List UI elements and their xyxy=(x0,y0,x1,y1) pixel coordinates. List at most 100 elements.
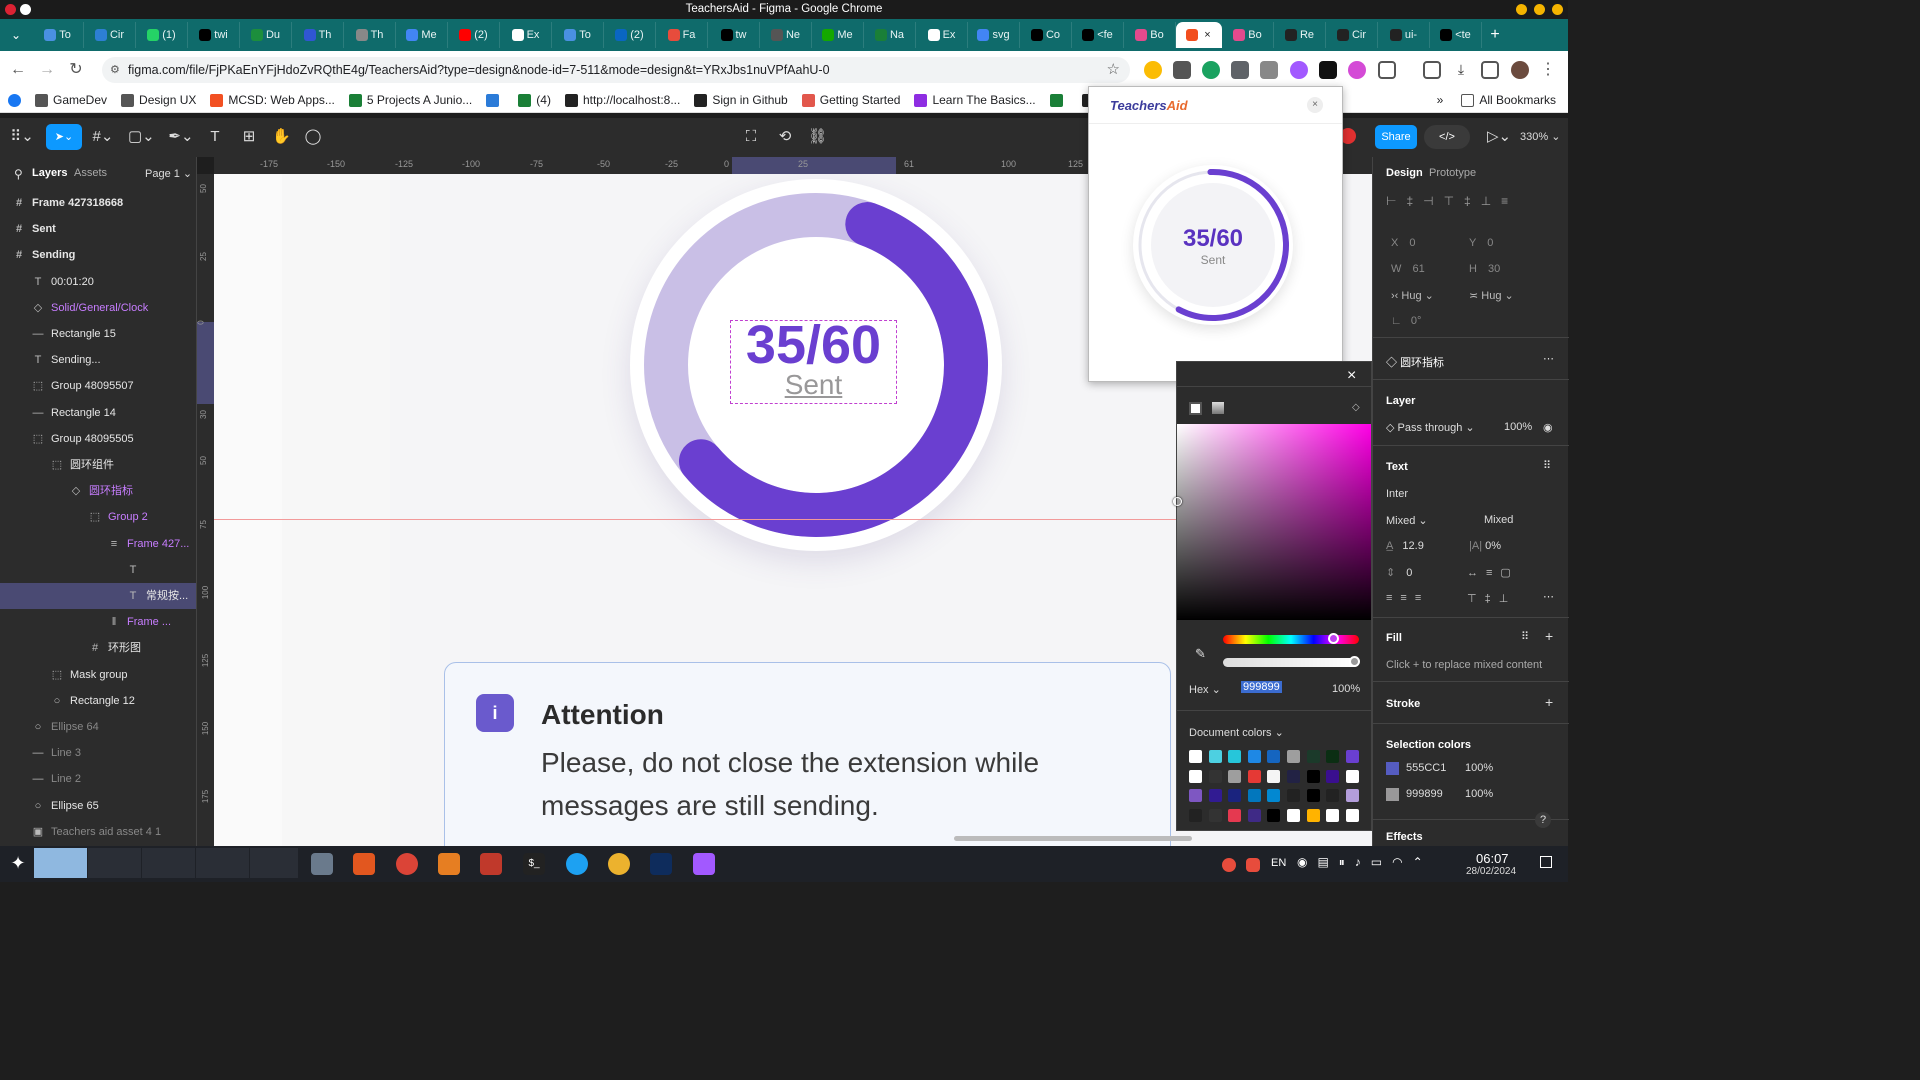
forward-icon[interactable]: → xyxy=(37,60,57,80)
chrome-taskbar-icon[interactable] xyxy=(396,853,418,875)
layer-row[interactable]: — Line 3 xyxy=(0,740,196,766)
link-icon[interactable]: ⛓ xyxy=(808,128,827,146)
align-toolbar[interactable]: ⊢‡⊣⊤‡⊥≡ xyxy=(1386,194,1518,208)
color-swatch[interactable] xyxy=(1386,788,1399,801)
layer-row[interactable]: T 00:01:20 xyxy=(0,269,196,295)
opacity-slider[interactable] xyxy=(1223,658,1359,667)
browser-tab[interactable]: Cir xyxy=(84,22,136,48)
browser-tab[interactable]: Co xyxy=(1020,22,1072,48)
saturation-area[interactable] xyxy=(1177,424,1371,620)
close-window-button[interactable] xyxy=(1552,4,1563,15)
bookmark-item[interactable]: (4) xyxy=(518,93,551,107)
browser-tab[interactable]: Du xyxy=(240,22,292,48)
tab-close-icon[interactable]: × xyxy=(1204,29,1210,41)
eye-icon[interactable]: ◉ xyxy=(1543,421,1553,434)
horizontal-scrollbar[interactable] xyxy=(954,836,1192,841)
font-family-field[interactable]: Inter xyxy=(1386,488,1408,500)
document-color-swatch[interactable] xyxy=(1208,808,1222,822)
browser-tab[interactable]: To xyxy=(32,22,84,48)
text-more-icon[interactable]: ⋯ xyxy=(1543,590,1554,603)
layer-row[interactable]: ⬚ Group 48095507 xyxy=(0,373,196,399)
browser-tab[interactable]: <te xyxy=(1430,22,1482,48)
color-opacity[interactable]: 100% xyxy=(1465,788,1493,800)
style-icon[interactable]: ◇ xyxy=(1352,402,1360,413)
color-opacity[interactable]: 100% xyxy=(1465,762,1493,774)
start-menu-icon[interactable]: ✦ xyxy=(7,853,29,875)
pen-tool-icon[interactable]: ✒⌄ xyxy=(168,128,194,146)
document-color-swatch[interactable] xyxy=(1287,769,1300,783)
browser-tab[interactable]: Bo xyxy=(1124,22,1176,48)
document-color-swatch[interactable] xyxy=(1189,750,1202,763)
browser-tab[interactable]: svg xyxy=(968,22,1020,48)
document-color-swatch[interactable] xyxy=(1228,789,1242,803)
browser-tab[interactable]: (2) xyxy=(448,22,500,48)
document-color-swatch[interactable] xyxy=(1267,789,1281,803)
dev-mode-toggle[interactable]: </> xyxy=(1424,125,1470,149)
component-name[interactable]: ◇ 圆环指标 xyxy=(1386,354,1444,370)
webstorm-icon[interactable] xyxy=(650,853,672,875)
tab-assets[interactable]: Assets xyxy=(74,167,107,179)
blend-mode-dropdown[interactable]: ◇ Pass through ⌄ xyxy=(1386,421,1475,434)
layer-row[interactable]: — Rectangle 15 xyxy=(0,321,196,347)
back-icon[interactable]: ← xyxy=(8,60,28,80)
document-color-swatch[interactable] xyxy=(1345,769,1359,783)
tab-design[interactable]: Design xyxy=(1386,167,1423,179)
document-color-swatch[interactable] xyxy=(1208,769,1222,783)
bookmark-item[interactable]: GameDev xyxy=(35,93,107,107)
color-mode-dropdown[interactable]: Hex ⌄ xyxy=(1189,683,1221,696)
workspace-3[interactable] xyxy=(142,848,195,878)
extension-icon-6[interactable] xyxy=(1290,61,1308,79)
browser-tab[interactable]: To xyxy=(552,22,604,48)
extension-icon-3[interactable] xyxy=(1202,61,1220,79)
browser-tab[interactable]: Bo xyxy=(1222,22,1274,48)
url-input[interactable]: ⚙ figma.com/file/FjPKaEnYFjHdoZvRQthE4g/… xyxy=(102,57,1130,83)
browser-tab[interactable]: (2) xyxy=(604,22,656,48)
layer-row[interactable]: ▣ Teachers aid asset 4 1 xyxy=(0,819,196,845)
y-field[interactable]: 0 xyxy=(1487,237,1493,249)
teachersaid-extension-icon[interactable] xyxy=(1319,61,1337,79)
browser-tab[interactable]: Ex xyxy=(500,22,552,48)
browser-tab[interactable]: Na xyxy=(864,22,916,48)
browser-tab[interactable]: Ex xyxy=(916,22,968,48)
figma-main-menu-icon[interactable]: ⠿⌄ xyxy=(8,128,36,146)
document-color-swatch[interactable] xyxy=(1306,789,1320,803)
component-icon[interactable]: ⟲ xyxy=(776,128,794,146)
extension-icon-2[interactable] xyxy=(1173,61,1191,79)
paragraph-spacing-field[interactable]: ⇕ 0 xyxy=(1386,566,1412,579)
document-color-swatch[interactable] xyxy=(1306,750,1320,763)
bookmark-item[interactable] xyxy=(1049,93,1068,107)
layer-row[interactable]: ◇ 圆环指标 xyxy=(0,478,196,504)
share-button[interactable]: Share xyxy=(1375,125,1417,149)
shape-tool-icon[interactable]: ▢⌄ xyxy=(128,128,155,146)
solid-fill-tab[interactable] xyxy=(1189,402,1202,415)
font-size-field[interactable]: Mixed xyxy=(1484,514,1513,526)
hand-tool-icon[interactable]: ✋ xyxy=(272,128,291,146)
document-color-swatch[interactable] xyxy=(1345,750,1359,763)
document-color-swatch[interactable] xyxy=(1287,750,1300,763)
document-color-swatch[interactable] xyxy=(1345,808,1359,822)
store-icon[interactable] xyxy=(353,853,375,875)
layer-row[interactable]: ○ Ellipse 64 xyxy=(0,714,196,740)
slack-icon[interactable] xyxy=(608,853,630,875)
document-color-swatch[interactable] xyxy=(1287,808,1300,822)
document-color-swatch[interactable] xyxy=(1247,808,1261,822)
layer-row[interactable]: # Sent xyxy=(0,216,196,242)
resources-icon[interactable]: ⊞ xyxy=(240,128,258,146)
layer-row[interactable]: ◇ Solid/General/Clock xyxy=(0,295,196,321)
vertical-align-icons[interactable]: ⊤‡⊥ xyxy=(1467,592,1516,605)
layer-row[interactable]: — Rectangle 14 xyxy=(0,400,196,426)
color-opacity-input[interactable]: 100% xyxy=(1332,683,1360,695)
layer-row[interactable]: # Frame 427318668 xyxy=(0,190,196,216)
present-icon[interactable]: ▷⌄ xyxy=(1486,128,1512,146)
color-hex[interactable]: 999899 xyxy=(1406,788,1443,800)
side-panel-icon[interactable] xyxy=(1481,61,1499,79)
bookmark-item[interactable]: 5 Projects A Junio... xyxy=(348,93,472,107)
browser-tab[interactable]: (1) xyxy=(136,22,188,48)
document-color-swatch[interactable] xyxy=(1228,750,1242,763)
window-menu-icon[interactable] xyxy=(20,4,31,15)
extension-icon-7[interactable] xyxy=(1348,61,1366,79)
document-color-swatch[interactable] xyxy=(1189,789,1202,803)
layer-row[interactable]: ○ Ellipse 65 xyxy=(0,793,196,819)
comment-tool-icon[interactable]: ◯ xyxy=(304,128,322,146)
figma-taskbar-icon[interactable] xyxy=(693,853,715,875)
